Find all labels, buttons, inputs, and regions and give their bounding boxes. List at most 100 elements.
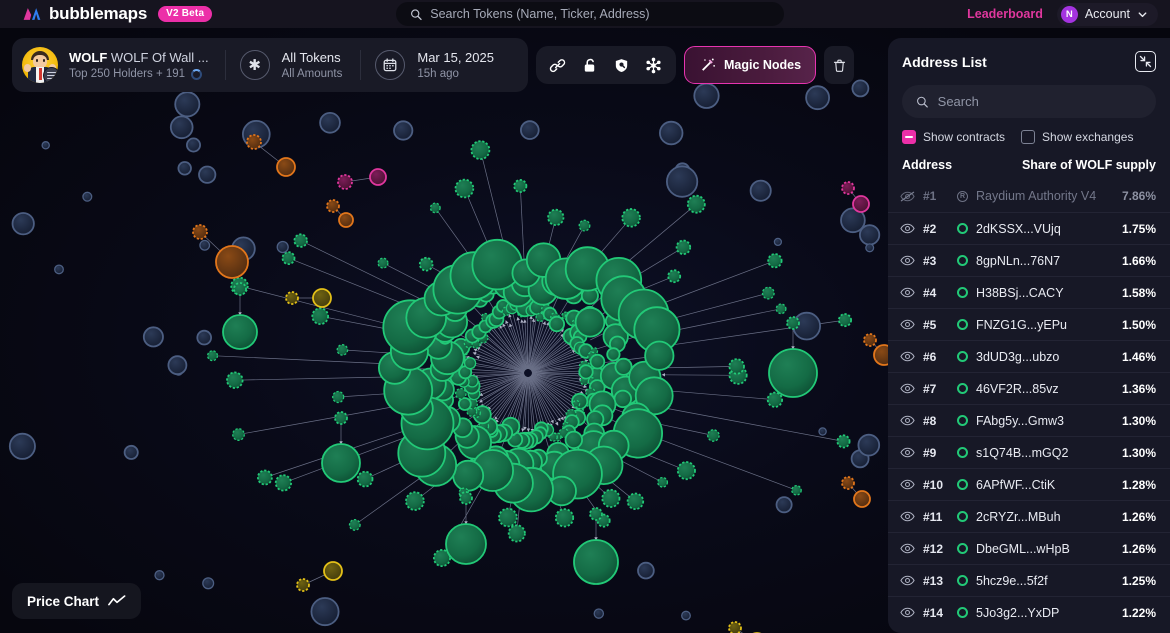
graph-bubble-node[interactable]	[842, 477, 854, 489]
eye-icon[interactable]	[900, 351, 915, 362]
global-search-bar[interactable]	[396, 2, 784, 26]
graph-bubble-node[interactable]	[233, 429, 245, 441]
graph-bubble-node[interactable]	[854, 491, 870, 507]
table-row[interactable]: #135hcz9e...5f2f1.25%	[888, 564, 1170, 596]
graph-bubble-node[interactable]	[175, 92, 199, 116]
graph-bubble-node[interactable]	[556, 509, 573, 526]
graph-bubble-node[interactable]	[678, 462, 695, 479]
graph-bubble-node[interactable]	[688, 196, 705, 213]
eye-icon[interactable]	[900, 479, 915, 490]
graph-bubble-node[interactable]	[83, 192, 92, 201]
graph-bubble-node[interactable]	[234, 283, 246, 295]
graph-bubble-node[interactable]	[406, 492, 424, 510]
graph-bubble-node[interactable]	[622, 209, 640, 227]
graph-bubble-node[interactable]	[420, 258, 433, 271]
graph-bubble-node[interactable]	[842, 182, 854, 194]
graph-bubble-node[interactable]	[313, 289, 331, 307]
table-row[interactable]: #106APfWF...CtiK1.28%	[888, 468, 1170, 500]
graph-bubble-node[interactable]	[677, 241, 691, 255]
graph-bubble-node[interactable]	[394, 121, 412, 139]
graph-bubble-node[interactable]	[594, 609, 603, 618]
eye-icon[interactable]	[900, 255, 915, 266]
table-row[interactable]: #22dKSSX...VUjq1.75%	[888, 212, 1170, 244]
brand-logo-group[interactable]: bubblemaps V2 Beta	[0, 4, 212, 24]
graph-bubble-node[interactable]	[853, 196, 869, 212]
eye-off-icon[interactable]	[900, 191, 915, 202]
graph-bubble-node[interactable]	[277, 242, 288, 253]
graph-bubble-node[interactable]	[509, 525, 525, 541]
graph-bubble-node[interactable]	[590, 508, 602, 520]
graph-bubble-node[interactable]	[258, 471, 272, 485]
graph-bubble-node[interactable]	[858, 435, 879, 456]
graph-bubble-node[interactable]	[144, 327, 163, 346]
graph-bubble-node[interactable]	[866, 244, 874, 252]
graph-bubble-node[interactable]	[521, 121, 539, 139]
graph-bubble-node[interactable]	[792, 486, 801, 495]
cluster-nodes-icon[interactable]	[640, 51, 668, 79]
show-exchanges-checkbox[interactable]: Show exchanges	[1021, 130, 1133, 144]
graph-bubble-node[interactable]	[338, 175, 352, 189]
graph-bubble-node[interactable]	[339, 213, 353, 227]
graph-bubble-node[interactable]	[591, 355, 605, 369]
table-row[interactable]: #8FAbg5y...Gmw31.30%	[888, 404, 1170, 436]
graph-bubble-node[interactable]	[548, 210, 563, 225]
eye-icon[interactable]	[900, 543, 915, 554]
graph-bubble-node[interactable]	[13, 213, 34, 234]
link-icon[interactable]	[544, 51, 572, 79]
tokens-filter[interactable]: ✱ All Tokens All Amounts	[226, 50, 361, 80]
show-contracts-checkbox[interactable]: Show contracts	[902, 130, 1005, 144]
graph-bubble-node[interactable]	[751, 181, 771, 201]
graph-bubble-node[interactable]	[216, 246, 248, 278]
table-row[interactable]: #9s1Q74B...mGQ21.30%	[888, 436, 1170, 468]
graph-bubble-node[interactable]	[729, 622, 741, 633]
graph-bubble-node[interactable]	[660, 122, 683, 145]
graph-bubble-node[interactable]	[668, 270, 680, 282]
graph-bubble-node[interactable]	[277, 158, 295, 176]
graph-bubble-node[interactable]	[327, 200, 339, 212]
graph-bubble-node[interactable]	[460, 492, 472, 504]
graph-bubble-node[interactable]	[628, 494, 644, 510]
graph-bubble-node[interactable]	[453, 461, 483, 491]
graph-bubble-node[interactable]	[459, 398, 471, 410]
graph-bubble-node[interactable]	[708, 430, 719, 441]
graph-bubble-node[interactable]	[607, 348, 619, 360]
graph-bubble-node[interactable]	[294, 234, 307, 247]
graph-bubble-node[interactable]	[283, 252, 295, 264]
graph-bubble-node[interactable]	[499, 509, 517, 527]
graph-bubble-node[interactable]	[312, 308, 328, 324]
eye-icon[interactable]	[900, 447, 915, 458]
graph-bubble-node[interactable]	[819, 428, 826, 435]
graph-bubble-node[interactable]	[223, 315, 257, 349]
address-search-bar[interactable]	[902, 85, 1156, 118]
graph-bubble-node[interactable]	[337, 345, 347, 355]
graph-bubble-node[interactable]	[276, 475, 291, 490]
graph-bubble-node[interactable]	[227, 372, 243, 388]
table-row[interactable]: #38gpNLn...76N71.66%	[888, 244, 1170, 276]
graph-bubble-node[interactable]	[333, 392, 344, 403]
graph-bubble-node[interactable]	[574, 540, 618, 584]
token-selector[interactable]: WOLF WOLF Of Wall ... Top 250 Holders + …	[12, 38, 528, 92]
graph-bubble-node[interactable]	[125, 446, 138, 459]
graph-bubble-node[interactable]	[199, 167, 215, 183]
eye-icon[interactable]	[900, 607, 915, 618]
table-row[interactable]: #5FNZG1G...yEPu1.50%	[888, 308, 1170, 340]
graph-bubble-node[interactable]	[311, 598, 338, 625]
search-input[interactable]	[430, 7, 770, 21]
graph-bubble-node[interactable]	[203, 578, 214, 589]
eye-icon[interactable]	[900, 575, 915, 586]
table-row[interactable]: #746VF2R...85vz1.36%	[888, 372, 1170, 404]
price-chart-button[interactable]: Price Chart	[12, 583, 141, 619]
delete-button[interactable]	[824, 46, 854, 84]
table-row[interactable]: #63dUD3g...ubzo1.46%	[888, 340, 1170, 372]
address-search-input[interactable]	[938, 94, 1142, 109]
graph-bubble-node[interactable]	[171, 116, 193, 138]
graph-bubble-node[interactable]	[297, 579, 309, 591]
graph-bubble-node[interactable]	[286, 292, 298, 304]
eye-icon[interactable]	[900, 319, 915, 330]
graph-bubble-node[interactable]	[763, 287, 775, 299]
graph-bubble-node[interactable]	[682, 611, 691, 620]
graph-bubble-node[interactable]	[208, 351, 218, 361]
shield-search-icon[interactable]	[608, 51, 636, 79]
graph-bubble-node[interactable]	[776, 304, 786, 314]
graph-bubble-node[interactable]	[197, 331, 211, 345]
